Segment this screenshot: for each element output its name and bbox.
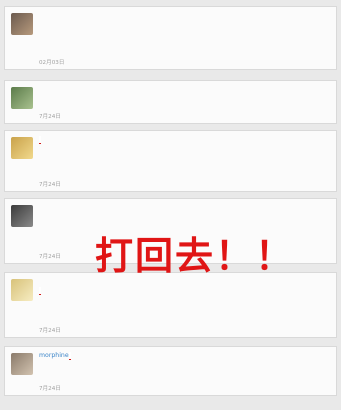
avatar[interactable]	[11, 205, 33, 227]
comment-text	[39, 29, 330, 38]
comment-card: 7月24日	[4, 272, 337, 338]
comment-text	[39, 103, 330, 112]
timestamp: 7月24日	[39, 114, 61, 120]
avatar[interactable]	[11, 279, 33, 301]
comment-actions	[320, 328, 328, 334]
avatar[interactable]	[11, 87, 33, 109]
timestamp: 02月03日	[39, 60, 65, 66]
overlay-headline: 打回去！！	[95, 234, 296, 278]
timestamp: 7月24日	[39, 182, 61, 188]
avatar[interactable]	[11, 137, 33, 159]
comment-card: morphine 7月24日	[4, 346, 337, 396]
comment-actions	[320, 386, 328, 392]
avatar[interactable]	[11, 13, 33, 35]
highlighted-phrase	[39, 287, 41, 295]
comment-text	[39, 304, 330, 313]
comment-text	[39, 360, 330, 369]
comment-body	[39, 85, 330, 112]
comment-text	[39, 212, 330, 221]
timestamp: 7月24日	[39, 328, 61, 334]
comment-text	[39, 20, 330, 29]
comment-text	[39, 94, 330, 103]
comment-text	[39, 144, 330, 153]
comment-body	[39, 11, 330, 56]
timestamp: 7月24日	[39, 254, 61, 260]
comment-actions	[320, 60, 328, 66]
comment-text	[39, 162, 330, 171]
comment-text	[39, 38, 330, 47]
comment-text	[39, 295, 330, 304]
avatar[interactable]	[11, 353, 33, 375]
comment-actions	[320, 182, 328, 188]
comment-text	[39, 369, 330, 378]
highlighted-phrase	[68, 352, 71, 360]
comment-text	[39, 171, 330, 180]
highlighted-phrase	[39, 136, 41, 144]
comment-card: 02月03日	[4, 6, 337, 70]
comment-body: morphine	[39, 351, 330, 378]
comment-body	[39, 277, 330, 322]
timestamp: 7月24日	[39, 386, 61, 392]
comment-actions	[320, 254, 328, 260]
comment-text	[39, 313, 330, 322]
comment-card: 7月24日	[4, 130, 337, 192]
comment-text	[39, 153, 330, 162]
username[interactable]: morphine	[39, 352, 69, 359]
comment-actions	[320, 114, 328, 120]
comment-card: 7月24日	[4, 80, 337, 124]
comment-thread: 02月03日 7月24日 7月24日 7月24日 7月24日 morphine …	[0, 0, 341, 410]
comment-text	[39, 47, 330, 56]
comment-body	[39, 135, 330, 180]
